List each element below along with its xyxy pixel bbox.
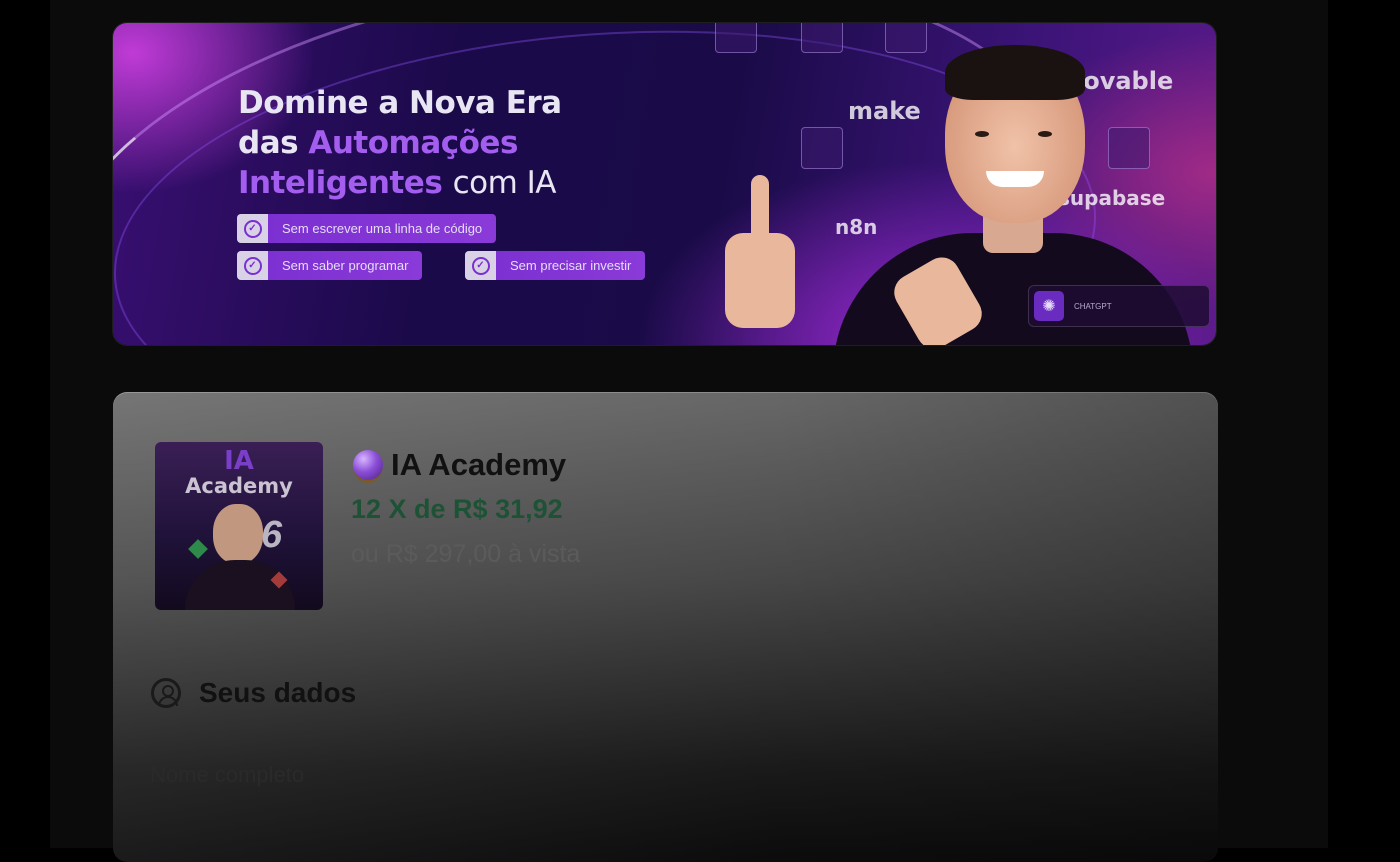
headline-line-2: das Automações xyxy=(238,125,518,161)
checkout-card: IA Academy 6 IA Academy 12 X de R$ 31,92… xyxy=(113,392,1218,862)
headline-line-1: Domine a Nova Era xyxy=(238,85,562,121)
installment-price: 12 X de R$ 31,92 xyxy=(351,494,563,524)
workflow-node xyxy=(885,23,927,53)
chatgpt-chip: ✺ CHATGPT xyxy=(1028,285,1210,327)
promo-banner: make lovable supabase n8n Domine a Nova … xyxy=(113,23,1216,345)
crystal-ball-icon xyxy=(353,450,383,480)
workflow-node xyxy=(715,23,757,53)
check-circle-icon: ✓ xyxy=(465,251,496,280)
headline-line-3: Inteligentes com IA xyxy=(238,165,557,201)
supabase-logo: supabase xyxy=(1058,186,1166,210)
benefit-badge: ✓ Sem escrever uma linha de código xyxy=(237,214,497,243)
full-name-label: Nome completo xyxy=(150,762,305,787)
check-circle-icon: ✓ xyxy=(237,214,268,243)
presenter-smile xyxy=(986,171,1044,187)
product-title: IA Academy xyxy=(353,447,566,483)
lovable-logo: lovable xyxy=(1075,67,1174,95)
workflow-node xyxy=(801,127,843,169)
presenter-hand xyxy=(725,233,795,328)
workflow-node xyxy=(801,23,843,53)
banner-headline: Domine a Nova Era das Automações Intelig… xyxy=(238,83,562,203)
presenter-eye xyxy=(1038,131,1052,137)
section-header-your-data: Seus dados xyxy=(151,677,356,709)
benefit-badge: ✓ Sem precisar investir xyxy=(465,251,646,280)
n8n-logo: n8n xyxy=(835,215,878,239)
presenter-hair xyxy=(945,45,1085,100)
presenter-eye xyxy=(975,131,989,137)
product-thumbnail: IA Academy 6 xyxy=(155,442,323,610)
cash-price: ou R$ 297,00 à vista xyxy=(351,540,581,568)
workflow-node xyxy=(1108,127,1150,169)
benefit-badge: ✓ Sem saber programar xyxy=(237,251,423,280)
make-logo: make xyxy=(848,97,921,125)
user-circle-icon xyxy=(151,678,181,708)
chatgpt-logo-icon: ✺ xyxy=(1034,291,1064,321)
presenter-finger xyxy=(751,175,769,245)
check-circle-icon: ✓ xyxy=(237,251,268,280)
